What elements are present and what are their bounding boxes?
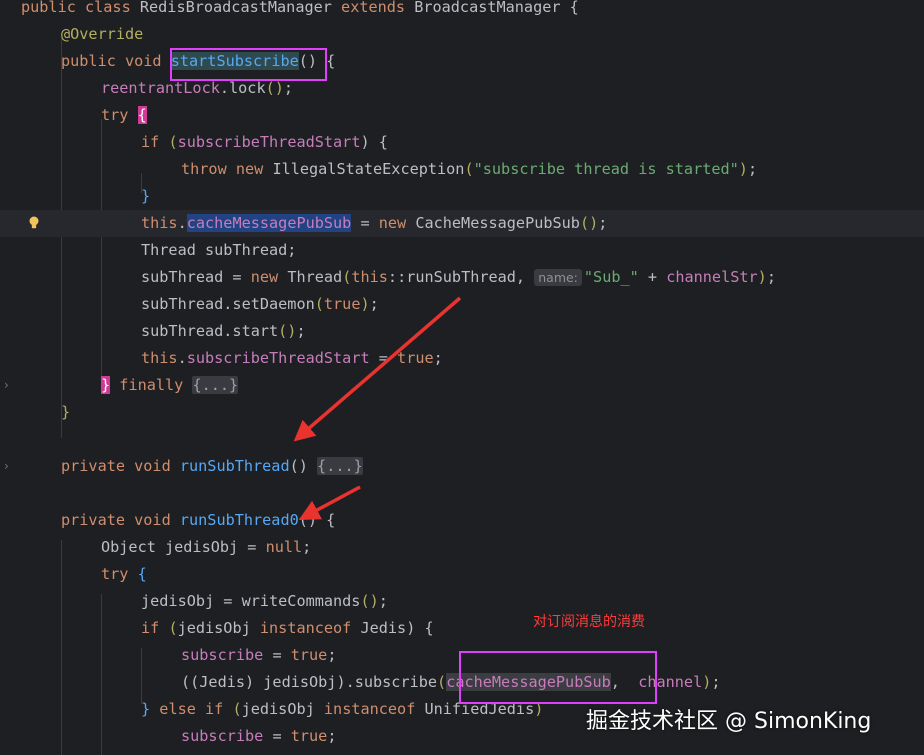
annotation-note: 对订阅消息的消费: [533, 614, 645, 630]
arrow-to-runsubthread0: [298, 485, 361, 520]
watermark: 掘金技术社区 @ SimonKing: [586, 709, 872, 734]
arrow-annotations: [293, 296, 462, 520]
arrow-to-runsubthread: [293, 296, 462, 442]
